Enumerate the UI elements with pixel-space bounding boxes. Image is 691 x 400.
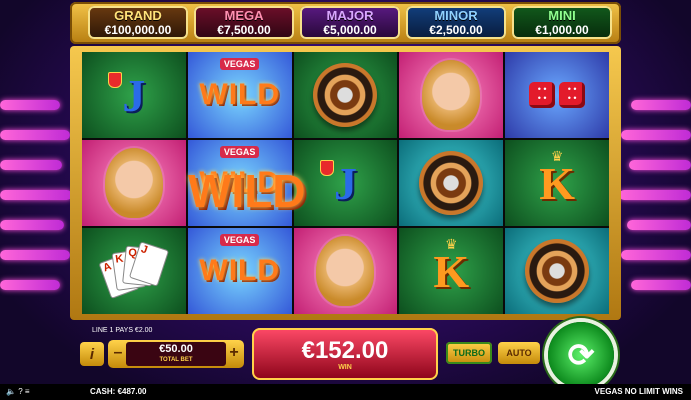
jackpot-mini-name: MINI xyxy=(548,8,576,23)
jackpot-grand: GRAND €100,000.00 xyxy=(88,6,188,39)
crown-icon: ♛ xyxy=(550,148,564,164)
symbol-woman xyxy=(293,228,398,314)
status-left: 🔈 ? ≡ xyxy=(6,387,30,396)
symbol-cards: A K Q J xyxy=(82,228,186,314)
jackpot-bar: GRAND €100,000.00 MEGA €7,500.00 MAJOR €… xyxy=(70,2,621,44)
shield-icon xyxy=(108,72,122,88)
jackpot-minor-amount: €2,500.00 xyxy=(429,23,483,37)
symbol-j-letter: J xyxy=(333,157,357,209)
game-title: VEGAS NO LIMIT WINS xyxy=(594,387,683,396)
win-display: €152.00 WIN xyxy=(252,328,438,380)
symbol-woman xyxy=(399,52,504,138)
increase-bet-button[interactable]: + xyxy=(226,344,242,362)
vegas-label: VEGAS xyxy=(219,234,260,246)
symbol-dice xyxy=(505,52,609,138)
total-bet-display: €50.00 TOTAL BET xyxy=(126,342,226,366)
symbol-k: ♛ K xyxy=(505,140,609,226)
jackpot-major-name: MAJOR xyxy=(326,8,374,23)
roulette-wheel-icon xyxy=(313,63,378,127)
cash-display: CASH: €487.00 xyxy=(90,387,147,396)
win-label: WIN xyxy=(338,364,352,371)
line-pays-text: LINE 1 PAYS €2.00 xyxy=(92,327,153,334)
vegas-label: VEGAS xyxy=(219,146,260,158)
jackpot-mega: MEGA €7,500.00 xyxy=(194,6,294,39)
hamburger-icon[interactable]: ≡ xyxy=(25,387,30,396)
info-button[interactable]: i xyxy=(80,342,104,366)
wild-overlay: WILD xyxy=(188,165,306,217)
refresh-icon: ⟳ xyxy=(567,337,595,373)
vegas-label: VEGAS xyxy=(219,58,260,70)
jackpot-mini: MINI €1,000.00 xyxy=(512,6,612,39)
bet-control: – €50.00 TOTAL BET + xyxy=(108,340,244,368)
reel-grid: J VEGAS WILD VEGAS WILD J ♛ xyxy=(82,52,609,314)
symbol-wild: VEGAS WILD xyxy=(187,52,292,138)
speaker-icon[interactable]: 🔈 xyxy=(6,387,16,396)
symbol-roulette xyxy=(399,140,504,226)
total-bet-label: TOTAL BET xyxy=(159,357,193,363)
shield-icon xyxy=(319,160,334,176)
roulette-wheel-icon xyxy=(419,151,484,215)
symbol-woman xyxy=(82,140,186,226)
reel-frame: J VEGAS WILD VEGAS WILD J ♛ xyxy=(70,46,621,320)
spin-button[interactable]: ⟳ xyxy=(548,322,614,388)
jackpot-minor: MINOR €2,500.00 xyxy=(406,6,506,39)
symbol-roulette xyxy=(505,228,609,314)
status-bar: 🔈 ? ≡ CASH: €487.00 VEGAS NO LIMIT WINS xyxy=(0,384,691,400)
jackpot-major: MAJOR €5,000.00 xyxy=(300,6,400,39)
symbol-j-letter: J xyxy=(122,69,146,121)
woman-portrait-icon xyxy=(104,148,163,218)
woman-portrait-icon xyxy=(316,236,375,306)
win-amount: €152.00 xyxy=(301,337,389,364)
total-bet-value: €50.00 xyxy=(159,343,193,355)
jackpot-mini-amount: €1,000.00 xyxy=(535,23,589,37)
jackpot-grand-amount: €100,000.00 xyxy=(104,23,172,37)
woman-portrait-icon xyxy=(422,60,481,130)
roulette-wheel-icon xyxy=(525,239,590,303)
cash-amount: €487.00 xyxy=(117,387,147,396)
jackpot-grand-name: GRAND xyxy=(114,8,162,23)
turbo-button[interactable]: TURBO xyxy=(446,342,492,364)
jackpot-mega-name: MEGA xyxy=(224,8,264,23)
wild-label: WILD xyxy=(199,254,281,287)
symbol-k: ♛ K xyxy=(399,228,504,314)
playing-cards-icon: A K Q J xyxy=(98,241,170,301)
jackpot-minor-name: MINOR xyxy=(434,8,478,23)
dice-icon xyxy=(529,82,586,108)
crown-icon: ♛ xyxy=(445,236,458,252)
symbol-j: J xyxy=(293,140,398,226)
symbol-wild: VEGAS WILD xyxy=(187,228,292,314)
decrease-bet-button[interactable]: – xyxy=(110,344,126,362)
symbol-roulette xyxy=(293,52,398,138)
cash-label: CASH: xyxy=(90,387,116,396)
symbol-j: J xyxy=(82,52,186,138)
help-button[interactable]: ? xyxy=(18,387,22,396)
auto-button[interactable]: AUTO xyxy=(498,342,540,364)
wild-label: WILD xyxy=(199,78,281,111)
jackpot-major-amount: €5,000.00 xyxy=(323,23,377,37)
jackpot-mega-amount: €7,500.00 xyxy=(217,23,271,37)
